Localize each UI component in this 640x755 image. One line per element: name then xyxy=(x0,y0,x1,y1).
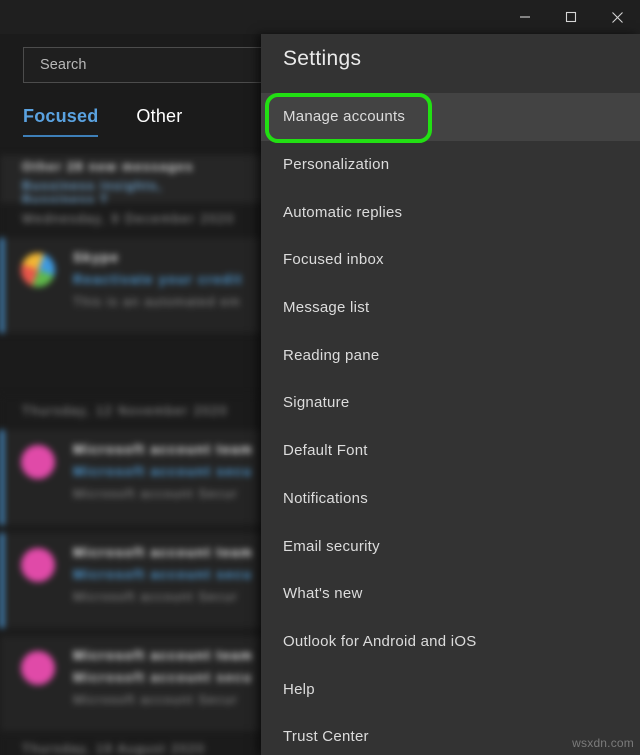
maximize-button[interactable] xyxy=(548,0,594,34)
message-sender: Microsoft account team xyxy=(73,545,262,560)
search-placeholder: Search xyxy=(40,57,87,73)
tab-other-label: Other xyxy=(136,106,182,126)
list-item[interactable]: Microsoft account team Microsoft account… xyxy=(0,430,262,525)
multi-color-avatar xyxy=(21,253,55,287)
message-sender: Microsoft account team xyxy=(73,442,262,457)
settings-item-label: Automatic replies xyxy=(283,204,402,221)
app-window: Search Focused Other Other 28 new messag… xyxy=(0,0,640,755)
pink-avatar xyxy=(21,548,55,582)
list-item[interactable]: Skype Reactivate your credit This is an … xyxy=(0,238,262,333)
settings-item-focused-inbox[interactable]: Focused inbox xyxy=(261,236,640,284)
tab-active-underline xyxy=(23,135,98,137)
tab-focused[interactable]: Focused xyxy=(23,106,98,137)
settings-item-message-list[interactable]: Message list xyxy=(261,284,640,332)
message-subject: Microsoft account secu xyxy=(73,464,262,479)
page-title: Settings xyxy=(283,47,361,71)
date-separator-label: Wednesday, 9 December 2020 xyxy=(22,212,235,226)
close-button[interactable] xyxy=(594,0,640,34)
tab-focused-label: Focused xyxy=(23,106,98,126)
settings-item-label: Outlook for Android and iOS xyxy=(283,633,477,650)
minimize-icon xyxy=(519,11,531,23)
settings-item-label: Default Font xyxy=(283,442,368,459)
settings-item-reading-pane[interactable]: Reading pane xyxy=(261,331,640,379)
tab-other[interactable]: Other xyxy=(136,106,182,137)
maximize-icon xyxy=(565,11,577,23)
date-separator: Thursday, 12 November 2020 xyxy=(0,395,262,430)
unread-accent-bar xyxy=(0,430,4,525)
settings-item-default-font[interactable]: Default Font xyxy=(261,427,640,475)
list-item[interactable]: Microsoft account team Microsoft account… xyxy=(0,533,262,628)
unread-accent-bar xyxy=(0,238,4,333)
settings-item-notifications[interactable]: Notifications xyxy=(261,475,640,523)
date-separator-label: Thursday, 19 August 2020 xyxy=(22,742,205,755)
settings-item-label: Personalization xyxy=(283,156,389,173)
settings-item-email-security[interactable]: Email security xyxy=(261,522,640,570)
message-preview: This is an automated em xyxy=(73,294,262,309)
settings-item-label: Email security xyxy=(283,538,380,555)
settings-item-label: Signature xyxy=(283,394,349,411)
settings-item-automatic-replies[interactable]: Automatic replies xyxy=(261,188,640,236)
date-separator: Thursday, 19 August 2020 xyxy=(0,733,262,755)
settings-menu: Manage accounts Personalization Automati… xyxy=(261,93,640,755)
inbox-tabs: Focused Other xyxy=(23,106,182,137)
settings-item-whats-new[interactable]: What's new xyxy=(261,570,640,618)
pink-avatar xyxy=(21,651,55,685)
date-separator: Wednesday, 9 December 2020 xyxy=(0,203,262,238)
unread-accent-bar xyxy=(0,533,4,628)
message-subject: Microsoft account secu xyxy=(73,567,262,582)
settings-item-manage-accounts[interactable]: Manage accounts xyxy=(261,93,640,141)
minimize-button[interactable] xyxy=(502,0,548,34)
mail-list-pane: Search Focused Other Other 28 new messag… xyxy=(0,34,262,755)
watermark: wsxdn.com xyxy=(572,736,634,750)
search-input[interactable]: Search xyxy=(23,47,262,83)
settings-item-label: Manage accounts xyxy=(283,108,405,125)
settings-item-outlook-mobile[interactable]: Outlook for Android and iOS xyxy=(261,618,640,666)
message-list: Other 28 new messages Bussiness insights… xyxy=(0,155,262,755)
pink-avatar xyxy=(21,445,55,479)
settings-item-personalization[interactable]: Personalization xyxy=(261,141,640,189)
settings-panel: Settings Manage accounts Personalization… xyxy=(261,34,640,755)
settings-item-label: Notifications xyxy=(283,490,368,507)
settings-item-label: Trust Center xyxy=(283,728,369,745)
message-sender: Microsoft account team xyxy=(73,648,262,663)
date-separator-label: Thursday, 12 November 2020 xyxy=(22,404,228,418)
other-messages-banner[interactable]: Other 28 new messages Bussiness insights… xyxy=(0,155,262,203)
list-item[interactable]: Microsoft account team Microsoft account… xyxy=(0,636,262,731)
settings-item-signature[interactable]: Signature xyxy=(261,379,640,427)
settings-item-help[interactable]: Help xyxy=(261,665,640,713)
message-sender: Skype xyxy=(73,250,262,265)
settings-item-label: Help xyxy=(283,681,315,698)
settings-item-label: What's new xyxy=(283,585,363,602)
banner-line-1: Other 28 new messages xyxy=(22,160,240,174)
message-preview: Microsoft account Secur xyxy=(73,486,262,501)
settings-item-label: Message list xyxy=(283,299,369,316)
settings-item-label: Focused inbox xyxy=(283,251,384,268)
title-bar xyxy=(0,0,640,34)
settings-item-label: Reading pane xyxy=(283,347,379,364)
message-subject: Microsoft account secu xyxy=(73,670,262,685)
close-icon xyxy=(611,11,624,24)
message-preview: Microsoft account Secur xyxy=(73,692,262,707)
message-preview: Microsoft account Secur xyxy=(73,589,262,604)
message-subject: Reactivate your credit xyxy=(73,272,262,287)
